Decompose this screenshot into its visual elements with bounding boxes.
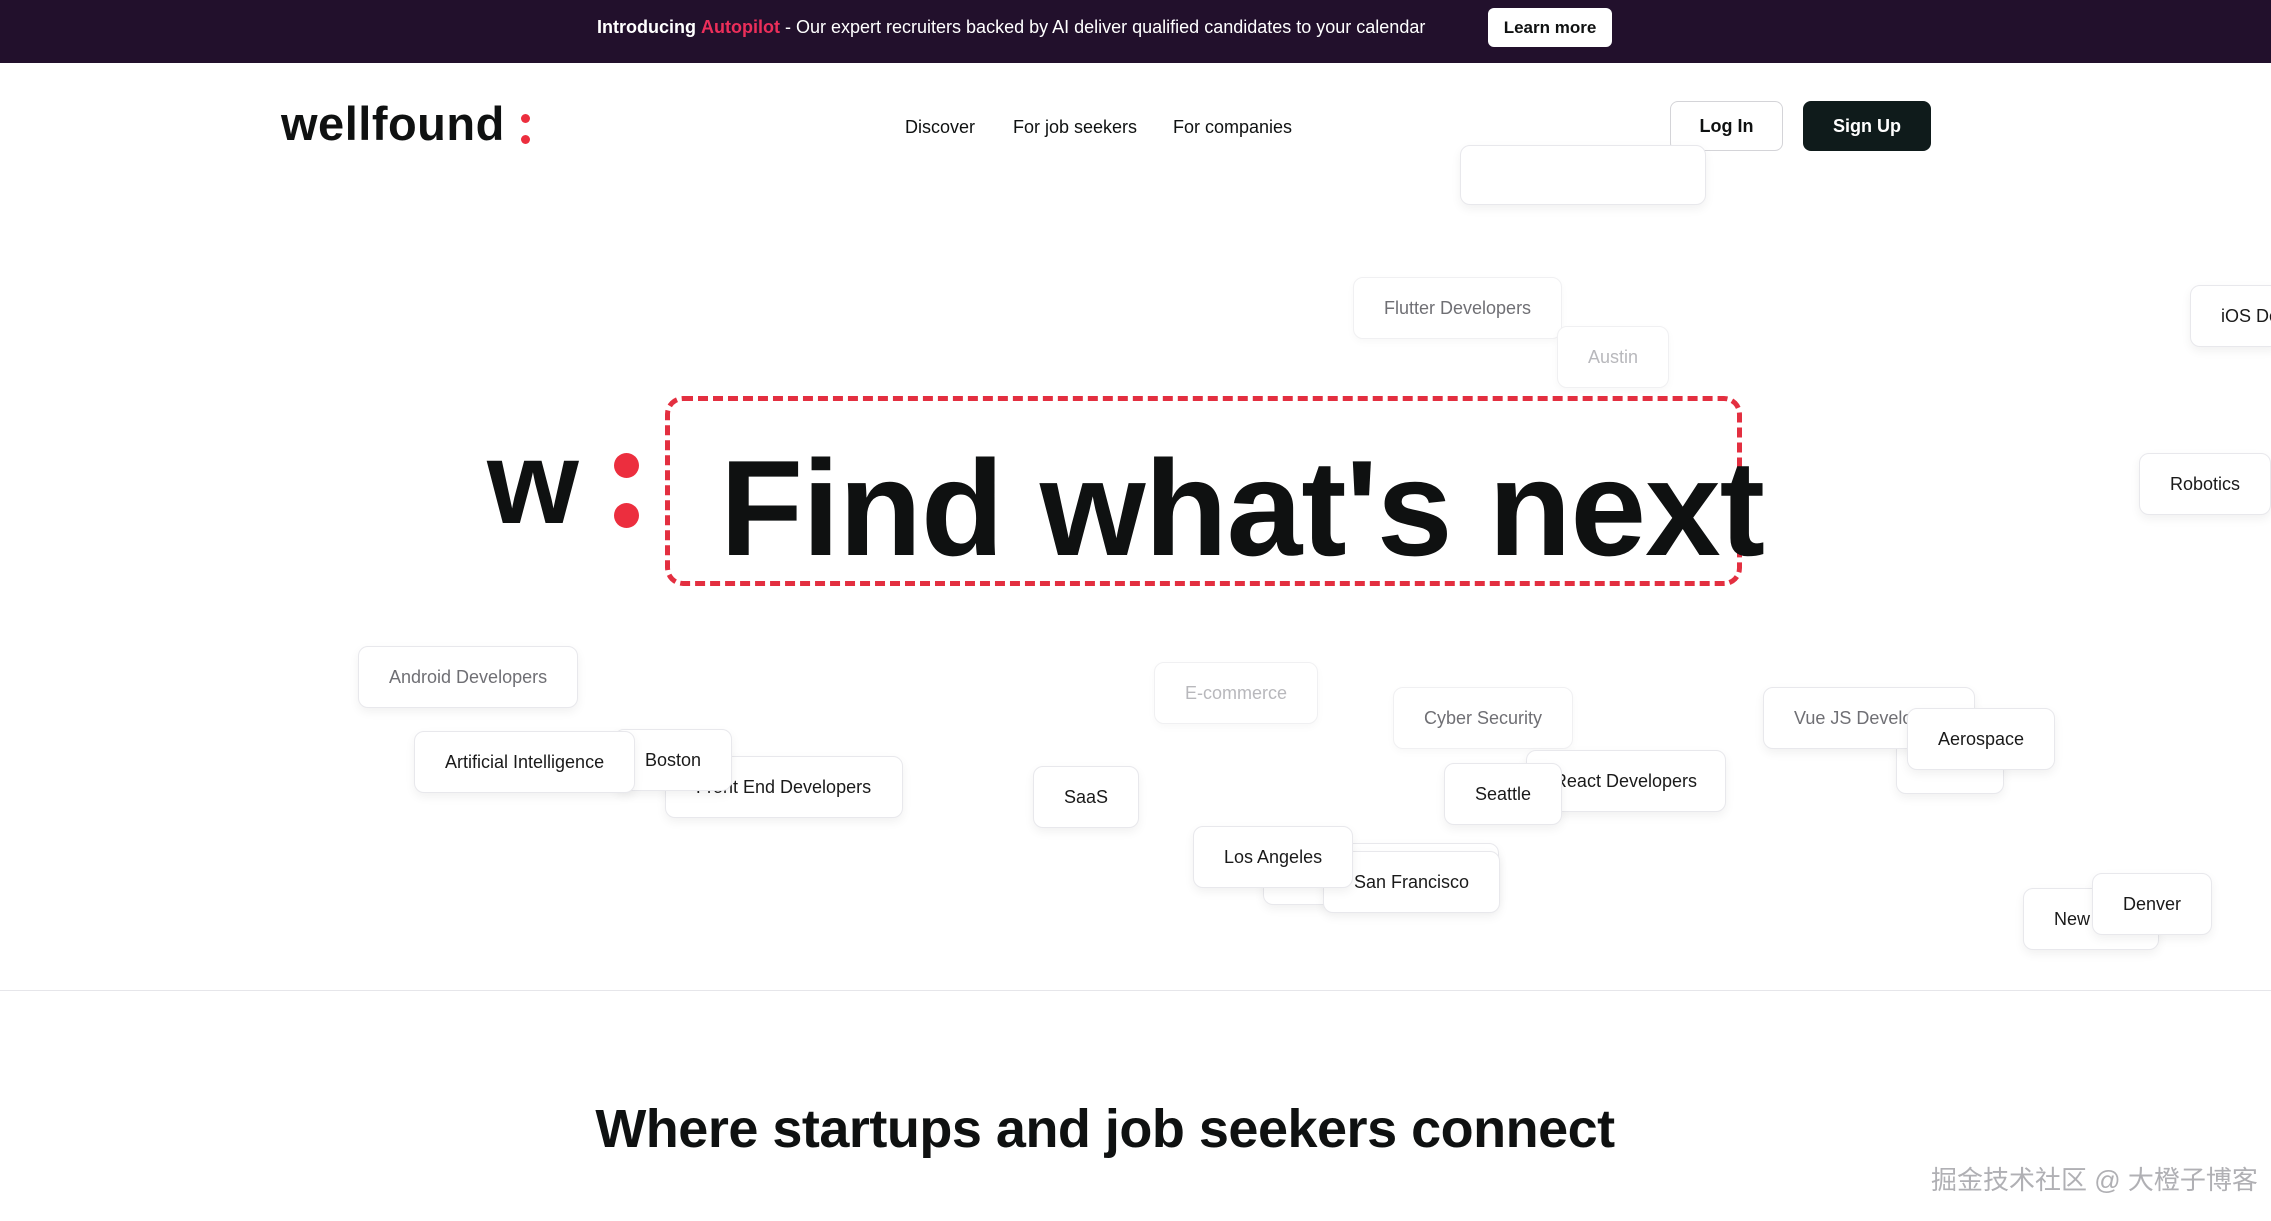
- tag-saas[interactable]: SaaS: [1033, 766, 1140, 828]
- tag-seattle[interactable]: Seattle: [1444, 763, 1563, 825]
- tag-los-angeles[interactable]: Los Angeles: [1193, 826, 1354, 888]
- tag-android-developers[interactable]: Android Developers: [358, 646, 579, 708]
- tag-cyber-security[interactable]: Cyber Security: [1393, 687, 1574, 749]
- nav-discover[interactable]: Discover: [905, 117, 975, 138]
- tag-aerospace[interactable]: Aerospace: [1907, 708, 2056, 770]
- section-divider: [0, 990, 2271, 991]
- hero-dot-top: [614, 453, 639, 478]
- hero-title: Find what's next: [720, 432, 1765, 584]
- tag-robotics[interactable]: Robotics: [2139, 453, 2271, 515]
- announcement-intro: Introducing: [597, 17, 696, 37]
- nav-for-job-seekers[interactable]: For job seekers: [1013, 117, 1137, 138]
- announcement-brand[interactable]: Autopilot: [701, 17, 780, 37]
- watermark: 掘金技术社区 @ 大橙子博客: [1931, 1165, 2258, 1195]
- hero-dot-bottom: [614, 503, 639, 528]
- log-in-button[interactable]: Log In: [1670, 101, 1783, 151]
- sign-up-button[interactable]: Sign Up: [1803, 101, 1931, 151]
- tag-partial-top: [1460, 145, 1706, 205]
- logo-colon-mark: [521, 108, 530, 144]
- announcement-bar: Introducing Autopilot - Our expert recru…: [0, 0, 2271, 63]
- nav-for-companies[interactable]: For companies: [1173, 117, 1292, 138]
- learn-more-button[interactable]: Learn more: [1488, 8, 1612, 47]
- wellfound-logo[interactable]: wellfound: [281, 96, 505, 151]
- tag-e-commerce[interactable]: E-commerce: [1154, 662, 1319, 724]
- section-title: Where startups and job seekers connect: [595, 1099, 1615, 1159]
- announcement-text: Introducing Autopilot - Our expert recru…: [597, 16, 1425, 38]
- tag-flutter-developers[interactable]: Flutter Developers: [1353, 277, 1563, 339]
- tag-austin[interactable]: Austin: [1557, 326, 1670, 388]
- tag-ios-developers[interactable]: iOS De: [2190, 285, 2271, 347]
- tag-denver[interactable]: Denver: [2092, 873, 2213, 935]
- tag-artificial-intelligence[interactable]: Artificial Intelligence: [414, 731, 636, 793]
- hero-logo-mark: w: [487, 417, 579, 549]
- announcement-message: - Our expert recruiters backed by AI del…: [785, 17, 1426, 37]
